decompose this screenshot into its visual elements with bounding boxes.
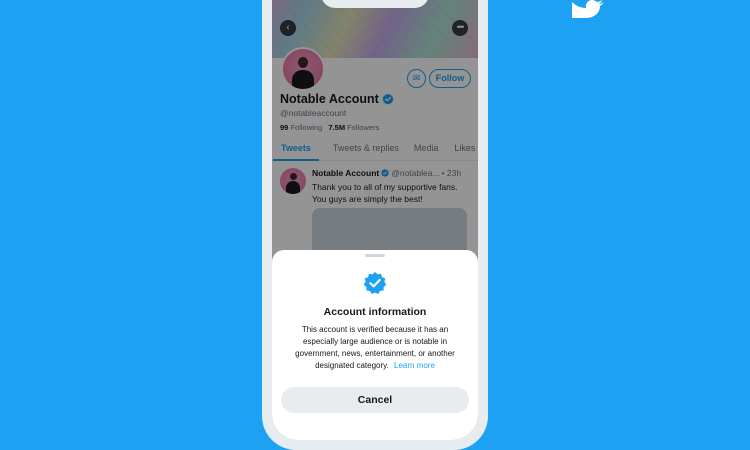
phone-notch <box>321 0 429 8</box>
account-info-sheet: Account information This account is veri… <box>272 250 478 440</box>
sheet-title: Account information <box>323 306 427 318</box>
cancel-button[interactable]: Cancel <box>281 387 469 413</box>
learn-more-link[interactable]: Learn more <box>394 361 435 370</box>
verified-badge-icon <box>363 272 387 294</box>
twitter-bird-icon <box>572 0 604 18</box>
sheet-body: This account is verified because it has … <box>290 324 460 372</box>
sheet-grabber[interactable] <box>365 254 385 257</box>
phone-screen: ‹ ••• ✉ Follow Notable Account @notablea… <box>272 0 478 440</box>
